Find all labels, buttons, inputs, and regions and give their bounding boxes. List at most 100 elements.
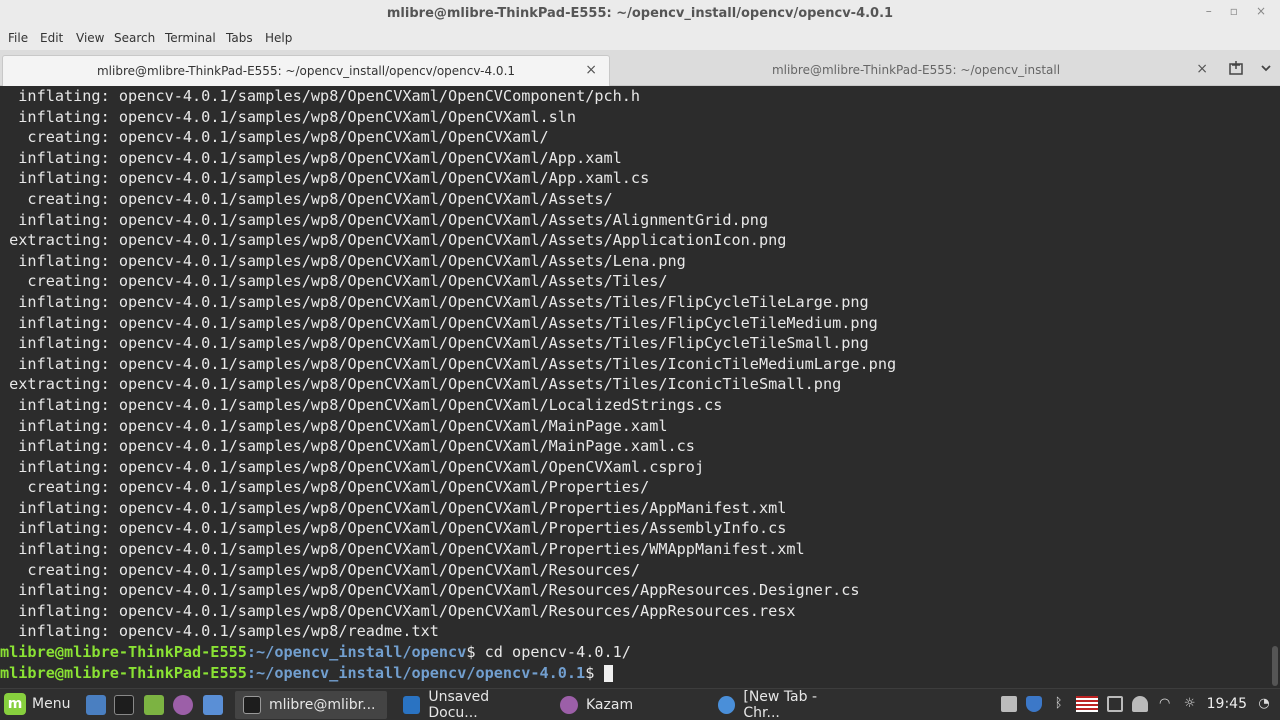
terminal-line-path: opencv-4.0.1/samples/wp8/OpenCVXaml/Open… — [118, 107, 577, 126]
terminal-line: creating: opencv-4.0.1/samples/wp8/OpenC… — [0, 127, 896, 148]
minimize-button[interactable]: – — [1206, 4, 1212, 18]
tab-label: mlibre@mlibre-ThinkPad-E555: ~/opencv_in… — [771, 63, 1061, 77]
terminal-line-action: inflating: — [0, 87, 110, 105]
user-icon[interactable] — [1131, 696, 1148, 712]
terminal-line: inflating: opencv-4.0.1/samples/wp8/Open… — [0, 416, 896, 437]
menu-help[interactable]: Help — [265, 31, 292, 45]
camera-icon[interactable] — [1000, 696, 1017, 712]
terminal-line: creating: opencv-4.0.1/samples/wp8/OpenC… — [0, 560, 896, 581]
terminal-line: inflating: opencv-4.0.1/samples/wp8/Open… — [0, 580, 896, 601]
task-label: Unsaved Docu... — [428, 689, 490, 720]
terminal-line-action: inflating: — [0, 622, 110, 641]
prompt-command: $ — [585, 663, 604, 682]
terminal-line: inflating: opencv-4.0.1/samples/wp8/Open… — [0, 251, 896, 272]
task-label: [New Tab - Chr... — [743, 689, 818, 720]
start-menu-button[interactable]: m Menu — [4, 693, 70, 715]
tab-label: mlibre@mlibre-ThinkPad-E555: ~/opencv_in… — [96, 64, 516, 78]
task-chromium[interactable]: [New Tab - Chr... — [710, 689, 862, 720]
terminal-line-path: opencv-4.0.1/samples/wp8/OpenCVXaml/Open… — [118, 210, 769, 229]
terminal-line-path: opencv-4.0.1/samples/wp8/readme.txt — [118, 622, 439, 641]
close-window-button[interactable]: × — [1256, 4, 1266, 18]
terminal-line: inflating: opencv-4.0.1/samples/wp8/Open… — [0, 601, 896, 622]
terminal-line: inflating: opencv-4.0.1/samples/wp8/Open… — [0, 539, 896, 560]
terminal-icon — [243, 696, 261, 714]
taskbar: m Menu mlibre@mlibr... Unsaved Docu... K… — [0, 688, 1280, 720]
maximize-button[interactable]: ▫ — [1230, 4, 1238, 18]
terminal-line-path: opencv-4.0.1/samples/wp8/OpenCVXaml/Open… — [118, 169, 650, 188]
tab-close-icon[interactable]: × — [585, 62, 597, 78]
terminal-line: extracting: opencv-4.0.1/samples/wp8/Ope… — [0, 374, 896, 395]
terminal-line: inflating: opencv-4.0.1/samples/wp8/Open… — [0, 148, 896, 169]
terminal-line-action: inflating: — [0, 292, 110, 311]
terminal-line-path: opencv-4.0.1/samples/wp8/OpenCVXaml/Open… — [118, 519, 787, 538]
prompt-path: :~/opencv_install/opencv/opencv-4.0.1 — [246, 663, 586, 682]
kazam-launcher-icon[interactable] — [173, 695, 193, 715]
terminal-line-path: opencv-4.0.1/samples/wp8/OpenCVXaml/Open… — [118, 416, 668, 435]
terminal-line-action: inflating: — [0, 251, 110, 270]
menu-tabs[interactable]: Tabs — [226, 31, 253, 45]
terminal-line-path: opencv-4.0.1/samples/wp8/OpenCVXaml/Open… — [118, 581, 860, 600]
terminal-line-action: creating: — [0, 128, 110, 147]
prompt-user: mlibre@mlibre-ThinkPad-E555 — [0, 643, 247, 662]
terminal-scrollbar[interactable] — [1272, 646, 1278, 686]
terminal-line-action: inflating: — [0, 519, 110, 538]
terminal-prompt-line: mlibre@mlibre-ThinkPad-E555:~/opencv_ins… — [0, 642, 896, 663]
terminal-line-path: opencv-4.0.1/samples/wp8/OpenCVXaml/Open… — [118, 375, 842, 394]
terminal-output: inflating: opencv-4.0.1/samples/wp8/Open… — [0, 86, 896, 683]
bluetooth-icon[interactable]: ᛒ — [1051, 696, 1067, 712]
terminal-line-path: opencv-4.0.1/samples/wp8/OpenCVXaml/Open… — [118, 560, 641, 579]
terminal-line-action: inflating: — [0, 334, 110, 353]
shield-icon[interactable] — [1025, 696, 1042, 712]
menu-file[interactable]: File — [8, 31, 28, 45]
terminal-line: creating: opencv-4.0.1/samples/wp8/OpenC… — [0, 189, 896, 210]
terminal-line: inflating: opencv-4.0.1/samples/wp8/Open… — [0, 333, 896, 354]
task-label: Kazam — [586, 697, 634, 713]
keyboard-icon[interactable] — [1106, 696, 1123, 712]
tab-opencv-4-0-1[interactable]: mlibre@mlibre-ThinkPad-E555: ~/opencv_in… — [2, 55, 610, 86]
notifications-icon[interactable]: ◔ — [1256, 696, 1272, 712]
us-flag-icon[interactable] — [1075, 696, 1098, 712]
menu-edit[interactable]: Edit — [40, 31, 63, 45]
terminal-line: inflating: opencv-4.0.1/samples/wp8/Open… — [0, 436, 896, 457]
wifi-icon[interactable]: ◠ — [1157, 696, 1173, 712]
terminal-line-path: opencv-4.0.1/samples/wp8/OpenCVXaml/Open… — [118, 334, 869, 353]
prompt-path: :~/opencv_install/opencv — [246, 643, 467, 662]
terminal-line-path: opencv-4.0.1/samples/wp8/OpenCVXaml/Open… — [118, 292, 869, 311]
window-titlebar: mlibre@mlibre-ThinkPad-E555: ~/opencv_in… — [0, 0, 1280, 28]
terminal-line-path: opencv-4.0.1/samples/wp8/OpenCVXaml/Open… — [118, 478, 650, 497]
terminal-line-path: opencv-4.0.1/samples/wp8/OpenCVXaml/Open… — [118, 540, 805, 559]
tab-opencv-install[interactable]: mlibre@mlibre-ThinkPad-E555: ~/opencv_in… — [612, 55, 1220, 86]
terminal-line: inflating: opencv-4.0.1/samples/wp8/Open… — [0, 168, 896, 189]
task-terminal[interactable]: mlibre@mlibr... — [235, 691, 387, 719]
terminal-line-action: creating: — [0, 189, 110, 208]
terminal-line-action: inflating: — [0, 107, 110, 126]
terminal-line-path: opencv-4.0.1/samples/wp8/OpenCVXaml/Open… — [118, 498, 787, 517]
screenshot-launcher-icon[interactable] — [203, 695, 223, 715]
task-kazam[interactable]: Kazam — [552, 691, 702, 719]
menu-search[interactable]: Search — [114, 31, 155, 45]
chromium-icon — [718, 696, 736, 714]
menu-view[interactable]: View — [76, 31, 104, 45]
terminal-line: inflating: opencv-4.0.1/samples/wp8/read… — [0, 621, 896, 642]
menu-terminal[interactable]: Terminal — [165, 31, 216, 45]
terminal-line: inflating: opencv-4.0.1/samples/wp8/Open… — [0, 457, 896, 478]
prompt-user: mlibre@mlibre-ThinkPad-E555 — [0, 663, 247, 682]
tab-menu-chevron-icon[interactable] — [1260, 60, 1272, 80]
show-desktop-icon[interactable] — [86, 695, 106, 715]
new-tab-icon[interactable] — [1228, 60, 1244, 80]
terminal-launcher-icon[interactable] — [114, 695, 134, 715]
tab-close-icon[interactable]: × — [1196, 61, 1208, 77]
terminal-line: creating: opencv-4.0.1/samples/wp8/OpenC… — [0, 477, 896, 498]
files-launcher-icon[interactable] — [144, 695, 164, 715]
terminal-line-action: inflating: — [0, 601, 110, 620]
terminal-view[interactable]: inflating: opencv-4.0.1/samples/wp8/Open… — [0, 86, 1280, 688]
terminal-line-action: inflating: — [0, 169, 110, 188]
clock[interactable]: 19:45 — [1207, 696, 1247, 712]
terminal-line-action: inflating: — [0, 540, 110, 559]
terminal-line-action: inflating: — [0, 313, 110, 332]
code-editor-icon — [403, 696, 421, 714]
terminal-line-path: opencv-4.0.1/samples/wp8/OpenCVXaml/Open… — [118, 87, 641, 105]
task-editor[interactable]: Unsaved Docu... — [395, 689, 547, 720]
brightness-icon[interactable]: ☼ — [1182, 696, 1198, 712]
terminal-line-path: opencv-4.0.1/samples/wp8/OpenCVXaml/Open… — [118, 251, 686, 270]
